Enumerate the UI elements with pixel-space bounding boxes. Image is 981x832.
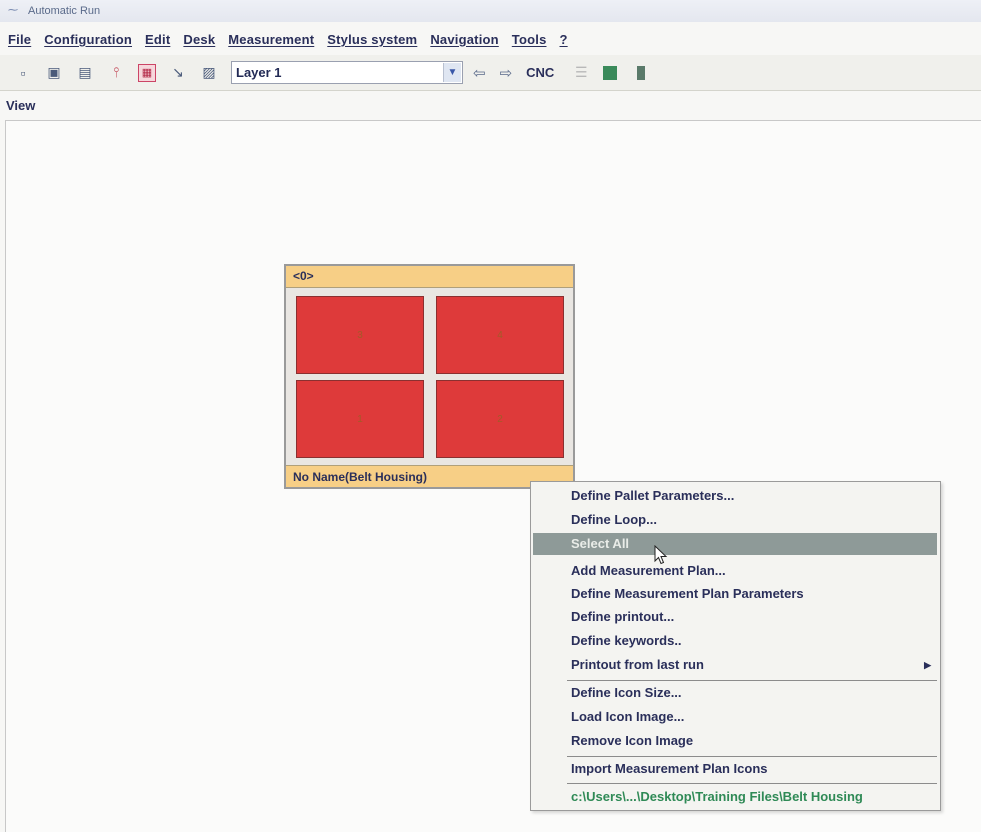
list-icon[interactable]: ☰ xyxy=(572,64,590,82)
menu-separator xyxy=(567,783,937,784)
menu-item-add-measurement-plan[interactable]: Add Measurement Plan... xyxy=(567,560,937,582)
menu-tools[interactable]: Tools xyxy=(512,32,547,47)
menu-item-define-printout[interactable]: Define printout... xyxy=(567,606,937,628)
menu-item-load-icon-image[interactable]: Load Icon Image... xyxy=(567,706,937,728)
menu-item-import-measurement-plan-icons[interactable]: Import Measurement Plan Icons xyxy=(567,758,937,780)
menu-item-printout-from-last-run[interactable]: Printout from last run ▶ xyxy=(567,654,937,676)
menu-item-define-pallet-parameters[interactable]: Define Pallet Parameters... xyxy=(567,485,937,507)
menu-item-select-all[interactable]: Select All xyxy=(533,533,937,555)
save-icon[interactable]: ▤ xyxy=(76,64,94,82)
menu-item-define-keywords[interactable]: Define keywords.. xyxy=(567,630,937,652)
view-label: View xyxy=(6,98,36,113)
mouse-cursor-icon xyxy=(654,545,668,565)
menu-item-recent-path[interactable]: c:\Users\...\Desktop\Training Files\Belt… xyxy=(567,786,937,808)
grid-icon[interactable]: ▦ xyxy=(138,63,156,82)
cnc-button[interactable]: CNC xyxy=(526,65,554,80)
pallet-cell[interactable]: 3 xyxy=(296,296,424,374)
menu-item-define-loop[interactable]: Define Loop... xyxy=(567,509,937,531)
menu-help[interactable]: ? xyxy=(560,32,568,47)
menu-measurement[interactable]: Measurement xyxy=(228,32,314,47)
menu-separator xyxy=(567,756,937,757)
new-icon[interactable]: ▫ xyxy=(14,64,32,82)
arrow-icon[interactable]: ↘ xyxy=(169,64,187,82)
menu-item-label: Printout from last run xyxy=(571,657,704,672)
context-menu: Define Pallet Parameters... Define Loop.… xyxy=(530,481,941,811)
menu-edit[interactable]: Edit xyxy=(145,32,170,47)
open-icon[interactable]: ▣ xyxy=(45,64,63,82)
pin-icon[interactable]: ⫯ xyxy=(107,64,125,82)
pallet-cell[interactable]: 2 xyxy=(436,380,564,458)
app-icon: ⁓ xyxy=(8,5,18,16)
pallet-cell[interactable]: 4 xyxy=(436,296,564,374)
window-title: Automatic Run xyxy=(28,5,101,17)
menu-item-define-icon-size[interactable]: Define Icon Size... xyxy=(567,682,937,704)
image-icon[interactable]: ▨ xyxy=(200,64,218,82)
chevron-down-icon[interactable]: ▼ xyxy=(443,63,461,82)
pallet-cell[interactable]: 1 xyxy=(296,380,424,458)
pallet[interactable]: <0> 3 4 1 2 No Name(Belt Housing) xyxy=(284,264,575,489)
back-arrow-icon[interactable]: ⇦ xyxy=(473,64,486,82)
layer-select[interactable]: Layer 1 ▼ xyxy=(231,61,463,84)
title-bar: ⁓ Automatic Run xyxy=(0,0,981,22)
menu-file[interactable]: File xyxy=(8,32,31,47)
layer-select-value: Layer 1 xyxy=(236,65,282,80)
menu-configuration[interactable]: Configuration xyxy=(44,32,132,47)
menu-desk[interactable]: Desk xyxy=(183,32,215,47)
menu-item-define-measurement-plan-parameters[interactable]: Define Measurement Plan Parameters xyxy=(567,583,937,605)
submenu-arrow-icon: ▶ xyxy=(924,660,931,670)
stop-icon[interactable] xyxy=(637,65,646,80)
pallet-header: <0> xyxy=(286,266,573,288)
menu-navigation[interactable]: Navigation xyxy=(430,32,498,47)
toolbar: ▫ ▣ ▤ ⫯ ▦ ↘ ▨ Layer 1 ▼ ⇦ ⇨ CNC ☰ xyxy=(0,55,981,91)
menu-separator xyxy=(567,680,937,681)
green-square-icon[interactable] xyxy=(603,65,618,80)
menu-stylus-system[interactable]: Stylus system xyxy=(327,32,417,47)
menu-bar: File Configuration Edit Desk Measurement… xyxy=(0,28,981,50)
forward-arrow-icon[interactable]: ⇨ xyxy=(500,64,513,82)
menu-item-remove-icon-image[interactable]: Remove Icon Image xyxy=(567,730,937,752)
